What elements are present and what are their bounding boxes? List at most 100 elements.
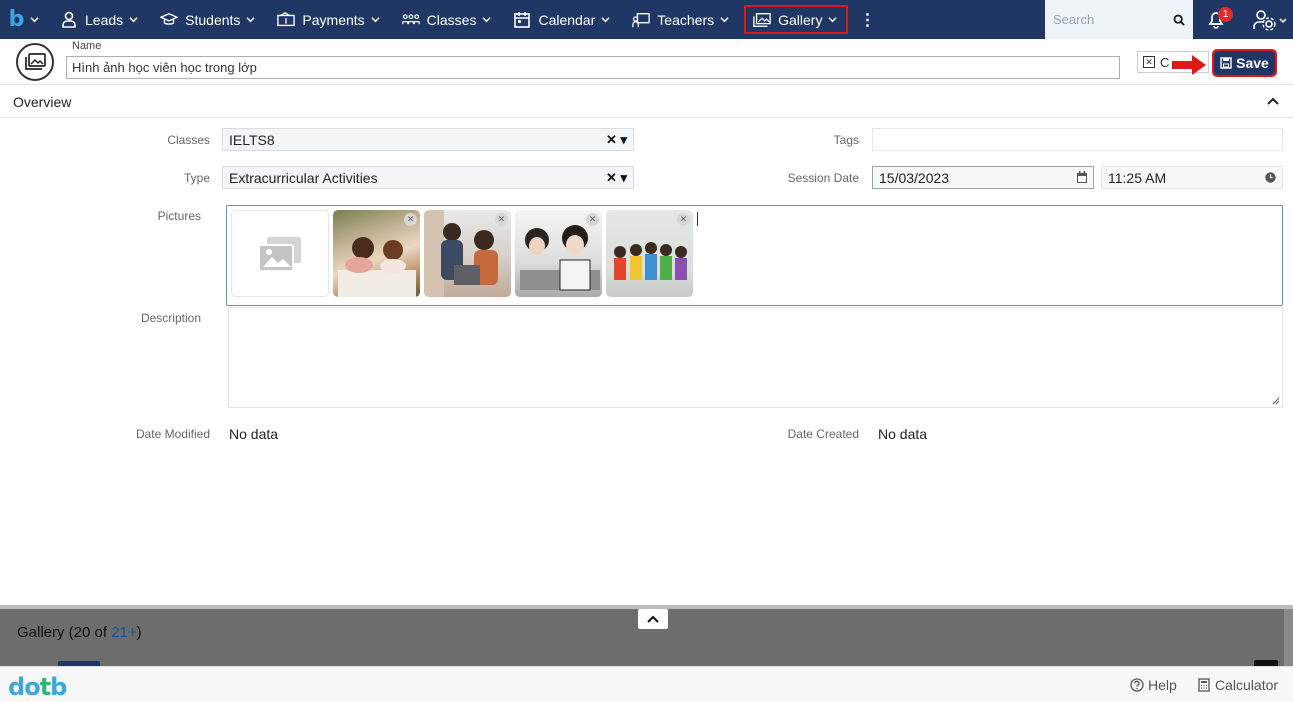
question-circle-icon [1130, 678, 1144, 692]
text-cursor [697, 212, 698, 226]
payments-icon [277, 11, 296, 26]
remove-picture-icon[interactable]: ✕ [404, 213, 417, 226]
clock-icon[interactable] [1265, 172, 1276, 183]
footer-brand: dotb [8, 673, 67, 701]
nav-item-label: Classes [426, 11, 477, 28]
pictures-upload-area[interactable]: ✕ ✕ ✕ ✕ [226, 205, 1283, 306]
session-date-label: Session Date [787, 171, 859, 185]
calculator-icon [1198, 678, 1210, 692]
remove-picture-icon[interactable]: ✕ [586, 213, 599, 226]
chevron-down-icon [129, 17, 138, 23]
help-link[interactable]: Help [1130, 677, 1177, 693]
gallery-avatar-icon [16, 43, 54, 81]
overview-section-header[interactable]: Overview [0, 86, 1293, 118]
description-label: Description [140, 311, 201, 325]
expand-panel-button[interactable] [638, 609, 668, 629]
user-settings-menu[interactable] [1252, 8, 1290, 32]
brand-logo: b [8, 7, 25, 32]
session-time-value: 11:25 AM [1108, 170, 1167, 186]
close-icon: ✕ [1143, 56, 1155, 68]
session-date-value: 15/03/2023 [879, 170, 950, 186]
chevron-down-icon [371, 17, 380, 23]
gallery-subpanel: Gallery (20 of 21+) [0, 605, 1293, 666]
nav-item-label: Teachers [657, 11, 715, 28]
description-textarea[interactable] [228, 307, 1283, 408]
red-arrow-annotation-icon [1172, 55, 1206, 75]
chevron-down-icon [30, 17, 39, 23]
session-date-field[interactable]: 15/03/2023 [872, 166, 1094, 189]
panel-scrollbar[interactable] [1284, 609, 1293, 666]
chevron-down-icon [828, 17, 838, 23]
graduation-cap-icon [160, 12, 179, 25]
nav-item-students[interactable]: Students [148, 0, 265, 39]
nav-item-label: Calendar [538, 11, 596, 28]
date-modified-value: No data [229, 426, 279, 442]
calculator-label: Calculator [1215, 677, 1279, 693]
user-icon [62, 11, 76, 28]
overview-title: Overview [13, 93, 72, 110]
nav-item-teachers[interactable]: Teachers [620, 0, 739, 39]
gallery-count-link[interactable]: 21+ [111, 624, 136, 641]
pictures-label: Pictures [157, 209, 201, 223]
nav-item-leads[interactable]: Leads [48, 0, 148, 39]
classes-icon [401, 13, 420, 24]
global-search[interactable] [1045, 0, 1193, 39]
chevron-down-icon [482, 17, 492, 23]
session-time-field[interactable]: 11:25 AM [1101, 166, 1283, 189]
date-modified-label: Date Modified [135, 427, 210, 441]
tags-field[interactable] [872, 128, 1283, 151]
clear-dropdown-icon[interactable]: ✕ ▾ [606, 170, 627, 186]
gallery-icon [753, 12, 771, 27]
nav-item-label: Gallery [778, 11, 823, 28]
user-gear-icon [1253, 10, 1287, 31]
classes-value: IELTS8 [229, 132, 275, 148]
type-label: Type [183, 171, 210, 185]
remove-picture-icon[interactable]: ✕ [677, 213, 690, 226]
date-created-label: Date Created [787, 427, 859, 441]
name-field[interactable] [66, 56, 1120, 79]
picture-thumbnail[interactable]: ✕ [424, 210, 511, 297]
nav-item-gallery[interactable]: Gallery [739, 0, 853, 39]
search-icon[interactable] [1173, 13, 1185, 27]
footer-logo: dotb [8, 673, 67, 701]
cancel-button-label: C [1160, 54, 1170, 70]
save-button-label: Save [1236, 55, 1269, 71]
nav-item-payments[interactable]: Payments [265, 0, 389, 39]
clear-dropdown-icon[interactable]: ✕ ▾ [606, 132, 627, 148]
brand-menu[interactable]: b [0, 0, 48, 39]
calculator-link[interactable]: Calculator [1197, 677, 1278, 693]
notification-badge: 1 [1218, 7, 1233, 22]
remove-picture-icon[interactable]: ✕ [495, 213, 508, 226]
chevron-down-icon [720, 17, 729, 23]
teacher-board-icon [632, 12, 651, 27]
gallery-title-suffix: ) [136, 624, 142, 641]
classes-label: Classes [167, 133, 210, 147]
image-placeholder-icon [258, 236, 301, 272]
picture-thumbnail[interactable]: ✕ [333, 210, 420, 297]
chevron-up-icon[interactable] [1266, 94, 1280, 108]
nav-item-label: Leads [85, 11, 124, 28]
save-button[interactable]: Save [1212, 49, 1277, 77]
gallery-panel-title: Gallery (20 of 21+) [17, 624, 142, 641]
nav-item-classes[interactable]: Classes [390, 0, 502, 39]
search-input[interactable] [1053, 12, 1173, 27]
type-value: Extracurricular Activities [229, 170, 378, 186]
calendar-icon[interactable] [1076, 171, 1088, 184]
name-label: Name [72, 40, 102, 52]
chevron-down-icon [246, 17, 256, 23]
more-menu-icon[interactable]: ⋮ [853, 10, 881, 30]
classes-select[interactable]: IELTS8 ✕ ▾ [222, 128, 634, 151]
calendar-icon [514, 11, 531, 28]
gallery-title-prefix: Gallery (20 of [17, 624, 112, 641]
picture-thumbnail[interactable]: ✕ [606, 210, 693, 297]
save-icon [1220, 57, 1232, 69]
nav-item-calendar[interactable]: Calendar [501, 0, 620, 39]
record-header: Name ✕ C Save [0, 39, 1293, 85]
resize-handle-icon[interactable] [1272, 397, 1280, 405]
nav-item-label: Students [185, 11, 241, 28]
date-created-value: No data [878, 426, 928, 442]
add-picture-placeholder[interactable] [231, 210, 329, 297]
tags-label: Tags [833, 133, 859, 147]
picture-thumbnail[interactable]: ✕ [515, 210, 602, 297]
type-select[interactable]: Extracurricular Activities ✕ ▾ [222, 166, 634, 189]
